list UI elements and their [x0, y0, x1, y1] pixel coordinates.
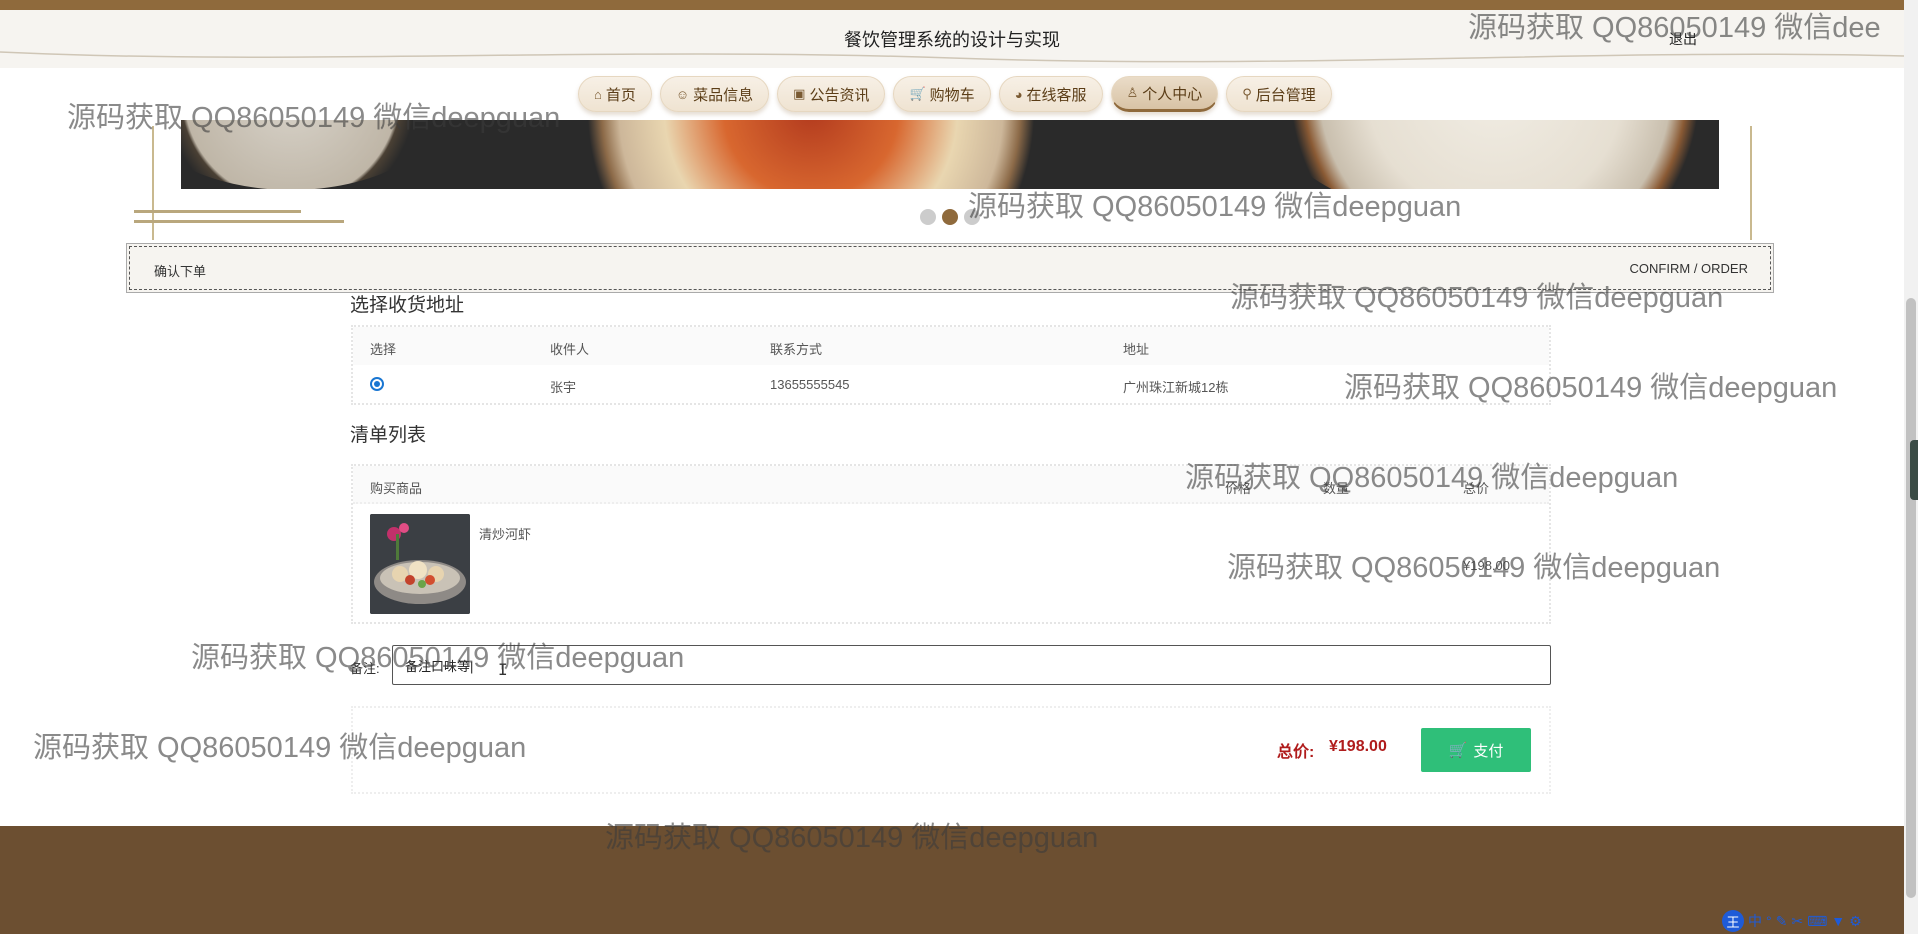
ime-mode[interactable]: 中	[1748, 911, 1762, 931]
top-accent-bar	[0, 0, 1904, 10]
cart-icon: 🛒	[1448, 742, 1468, 759]
pen-icon[interactable]: ✎	[1776, 913, 1788, 930]
address-table: 选择 收件人 联系方式 地址 张宇 13655555545 广州珠江新城12栋	[351, 325, 1551, 405]
address-receiver: 张宇	[550, 380, 577, 395]
col-header-qty: 数量	[1323, 481, 1350, 496]
chat-icon: ◕	[1014, 86, 1023, 102]
cart-icon: 🛒	[909, 86, 926, 101]
gear-icon[interactable]: ⚙	[1849, 913, 1862, 930]
gift-icon: ▣	[793, 86, 806, 101]
dish-plate-left	[181, 120, 441, 189]
col-header-contact: 联系方式	[770, 342, 823, 357]
carousel-dots	[920, 209, 980, 225]
pay-button[interactable]: 🛒 支付	[1421, 728, 1531, 772]
address-text: 广州珠江新城12栋	[1123, 380, 1229, 395]
col-header-product: 购买商品	[370, 481, 423, 496]
product-thumbnail-art	[370, 514, 470, 614]
carousel-dot-active[interactable]	[942, 209, 958, 225]
punctuation-icon[interactable]: °	[1766, 913, 1772, 929]
nav-item-label: 购物车	[929, 86, 975, 104]
col-header-price: 价格	[1225, 481, 1252, 496]
nav-item-label: 公告资讯	[809, 86, 870, 104]
site-title: 餐饮管理系统的设计与实现	[844, 30, 1060, 50]
col-header-total: 总价	[1463, 481, 1490, 496]
banner-deco-line	[134, 210, 301, 213]
scissors-icon[interactable]: ✂	[1791, 913, 1803, 930]
section-header: 确认下单 CONFIRM / ORDER	[129, 246, 1771, 290]
nav-item-news[interactable]: ▣ 公告资讯	[777, 76, 886, 112]
home-icon: ⌂	[594, 86, 602, 102]
total-value: ¥198.00	[1329, 738, 1387, 755]
user-icon: ♙	[1126, 85, 1139, 100]
nav-item-label: 在线客服	[1026, 86, 1087, 104]
order-list-title: 清单列表	[350, 425, 427, 446]
dish-icon: ☺	[675, 86, 690, 102]
address-radio[interactable]	[370, 377, 384, 391]
banner-deco-line	[134, 220, 344, 223]
order-summary: 总价: ¥198.00 🛒 支付	[351, 706, 1551, 794]
dish-plate-center	[501, 120, 1121, 189]
nav-item-support[interactable]: ◕ 在线客服	[998, 76, 1103, 112]
product-total: ¥198.00	[1463, 558, 1510, 573]
banner-frame-right	[1750, 126, 1752, 240]
carousel-dot[interactable]	[920, 209, 936, 225]
order-list-header	[353, 466, 1549, 504]
nav-item-dishes[interactable]: ☺ 菜品信息	[659, 76, 770, 112]
nav-item-cart[interactable]: 🛒 购物车	[893, 76, 991, 112]
address-title: 选择收货地址	[350, 295, 465, 316]
pay-button-label: 支付	[1473, 742, 1504, 760]
carousel-dot[interactable]	[964, 209, 980, 225]
col-header-select: 选择	[370, 342, 397, 357]
address-table-header	[353, 327, 1549, 365]
order-list-table: 购买商品 价格 数量 总价 清炒河虾 ¥198.00	[351, 464, 1551, 624]
ime-toolbar: 王 中 ° ✎ ✂ ⌨ ▼ ⚙	[1722, 910, 1862, 932]
col-header-receiver: 收件人	[550, 342, 590, 357]
total-label: 总价:	[1277, 744, 1315, 761]
text-cursor-icon: I	[498, 660, 508, 679]
main-nav: ⌂ 首页 ☺ 菜品信息 ▣ 公告资讯 🛒 购物车 ◕ 在线客服 ♙ 个人中心 ⚲ 后台管理	[578, 76, 1332, 112]
banner-image	[181, 120, 1719, 189]
remark-input[interactable]	[392, 645, 1551, 685]
site-footer	[0, 826, 1904, 934]
keyboard-icon[interactable]: ⌨	[1807, 913, 1827, 930]
address-contact: 13655555545	[770, 377, 850, 392]
nav-item-label: 后台管理	[1255, 86, 1316, 104]
remark-label: 备注:	[350, 661, 380, 676]
product-name[interactable]: 清炒河虾	[479, 524, 531, 543]
shirt-icon[interactable]: ▼	[1831, 913, 1845, 929]
logout-link[interactable]: 退出	[1669, 29, 1697, 49]
ime-logo[interactable]: 王	[1722, 910, 1744, 932]
product-thumbnail[interactable]	[370, 514, 470, 614]
nav-item-label: 个人中心	[1142, 85, 1203, 103]
col-header-address: 地址	[1123, 342, 1150, 357]
nav-item-label: 菜品信息	[693, 86, 754, 104]
nav-item-label: 首页	[605, 86, 636, 104]
section-title: 确认下单	[154, 264, 207, 279]
link-icon: ⚲	[1242, 86, 1252, 101]
side-panel-handle[interactable]	[1910, 440, 1918, 500]
nav-item-admin[interactable]: ⚲ 后台管理	[1226, 76, 1332, 112]
watermark: 源码获取 QQ86050149 微信deepguan	[968, 191, 1462, 223]
scrollbar-thumb[interactable]	[1906, 298, 1916, 898]
nav-item-profile[interactable]: ♙ 个人中心	[1110, 76, 1219, 112]
dish-plate-right	[1261, 120, 1719, 189]
section-subtitle: CONFIRM / ORDER	[1629, 261, 1748, 276]
nav-item-home[interactable]: ⌂ 首页	[578, 76, 652, 112]
